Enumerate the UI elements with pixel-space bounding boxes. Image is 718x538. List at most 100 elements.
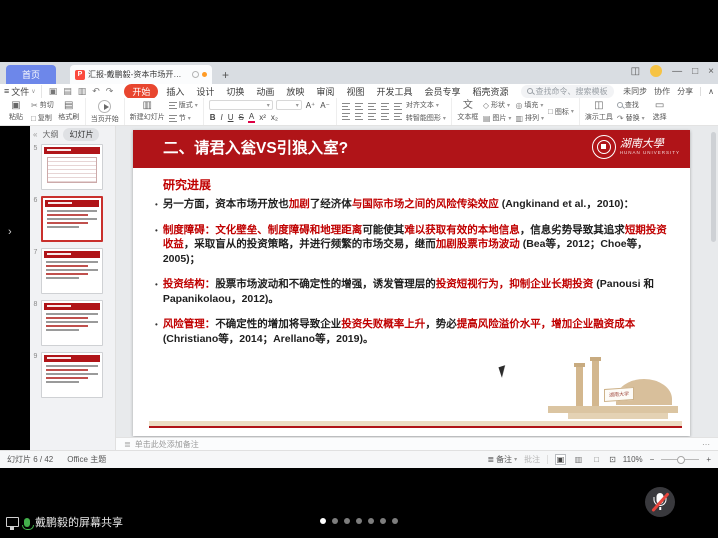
scrollbar-thumb[interactable]: [711, 132, 716, 242]
ribbon-tab-9[interactable]: 开发工具: [372, 84, 416, 99]
zoom-out-button[interactable]: −: [650, 455, 655, 464]
align-center-icon[interactable]: [355, 113, 363, 120]
redo-icon[interactable]: ↷: [106, 86, 114, 97]
sync-status-button[interactable]: 未同步: [623, 86, 647, 97]
textbox-button[interactable]: 文文本框: [457, 101, 479, 122]
fit-slide-icon[interactable]: ⊡: [609, 455, 616, 464]
increase-font-button[interactable]: A⁺: [305, 101, 317, 110]
presentation-tools-button[interactable]: ◫演示工具: [585, 101, 613, 122]
tab-slides[interactable]: 幻灯片: [63, 128, 99, 141]
underline-button[interactable]: U: [227, 113, 235, 122]
current-slide[interactable]: 二、请君入瓮VS引狼入室? 湖南大學 HUNAN UNIVERSITY 研究进展…: [133, 130, 690, 436]
cut-button[interactable]: ✂剪切: [31, 100, 54, 110]
carousel-prev-arrow-icon[interactable]: ›: [8, 226, 12, 238]
collapse-ribbon-icon[interactable]: ∧: [708, 87, 714, 96]
new-slide-button[interactable]: ▥新建幻灯片: [130, 101, 165, 122]
font-size-select[interactable]: ▾: [276, 100, 302, 110]
ribbon-tab-10[interactable]: 会员专享: [420, 84, 464, 99]
carousel-dot-5[interactable]: [368, 518, 374, 524]
ribbon-tab-11[interactable]: 稻壳资源: [468, 84, 512, 99]
justify-icon[interactable]: [381, 113, 389, 120]
collaborate-button[interactable]: 协作: [654, 86, 670, 97]
layout-button[interactable]: 版式▾: [169, 100, 198, 110]
share-button[interactable]: 分享: [677, 86, 693, 97]
line-spacing-icon[interactable]: [394, 103, 402, 110]
find-button[interactable]: 查找: [617, 100, 645, 110]
notes-toggle-button[interactable]: ≣备注▾: [487, 454, 517, 465]
tab-wps-home[interactable]: 首页: [6, 65, 56, 84]
icon-library-button[interactable]: □图标▾: [548, 107, 574, 117]
maximize-button[interactable]: □: [692, 66, 698, 77]
ribbon-tab-8[interactable]: 视图: [342, 84, 368, 99]
shapes-button[interactable]: ◇形状▾: [483, 100, 512, 110]
command-search[interactable]: 查找命令、搜索模板: [521, 85, 614, 98]
close-button[interactable]: ×: [708, 66, 714, 77]
minimize-button[interactable]: —: [672, 66, 682, 77]
slide-thumbnail-7[interactable]: [41, 248, 103, 294]
ribbon-tab-3[interactable]: 设计: [192, 84, 218, 99]
zoom-in-button[interactable]: +: [706, 455, 711, 464]
align-text-button[interactable]: 对齐文本▾: [406, 100, 446, 110]
more-icon[interactable]: ⋯: [702, 440, 710, 449]
undo-icon[interactable]: ↶: [92, 86, 100, 97]
font-color-button[interactable]: A: [248, 112, 255, 123]
superscript-button[interactable]: x²: [258, 113, 267, 122]
arrange-button[interactable]: ▥排列▾: [515, 113, 544, 123]
ribbon-tab-5[interactable]: 动画: [252, 84, 278, 99]
slide-thumbnail-8[interactable]: [41, 300, 103, 346]
ribbon-tab-6[interactable]: 放映: [282, 84, 308, 99]
zoom-slider[interactable]: [661, 459, 699, 460]
carousel-dot-1[interactable]: [320, 518, 326, 524]
picture-button[interactable]: ▤图片▾: [483, 113, 512, 123]
select-button[interactable]: ▭选择: [649, 101, 671, 122]
slide-sorter-view-icon[interactable]: ▥: [573, 454, 584, 465]
slide-thumbnail-6[interactable]: [41, 196, 103, 242]
save-icon[interactable]: ▣: [49, 86, 58, 97]
tab-outline[interactable]: 大纲: [42, 129, 58, 140]
align-right-icon[interactable]: [368, 113, 376, 120]
replace-button[interactable]: ↷替换▾: [617, 113, 645, 123]
tab-document[interactable]: P 汇报-戴鹏毅-资本市场开放0402: [70, 65, 212, 84]
file-menu[interactable]: ≡ 文件 ∨: [4, 85, 42, 98]
user-avatar[interactable]: [650, 65, 662, 77]
ribbon-tab-2[interactable]: 插入: [162, 84, 188, 99]
bold-button[interactable]: B: [209, 113, 217, 122]
smartart-button[interactable]: 转智能图形▾: [406, 113, 446, 123]
align-left-icon[interactable]: [342, 113, 350, 120]
slide-thumbnail-5[interactable]: [41, 144, 103, 190]
numbered-list-icon[interactable]: [355, 103, 363, 110]
zoom-slider-knob[interactable]: [677, 456, 685, 464]
collapse-panel-icon[interactable]: «: [33, 130, 37, 139]
reading-view-icon[interactable]: □: [591, 454, 602, 465]
ribbon-tab-4[interactable]: 切换: [222, 84, 248, 99]
carousel-dot-3[interactable]: [344, 518, 350, 524]
copy-button[interactable]: □复制: [31, 113, 54, 123]
strikethrough-button[interactable]: S: [238, 113, 245, 122]
decrease-indent-icon[interactable]: [368, 103, 376, 110]
print-icon[interactable]: ▥: [78, 86, 87, 97]
carousel-dot-6[interactable]: [380, 518, 386, 524]
increase-indent-icon[interactable]: [381, 103, 389, 110]
carousel-dot-4[interactable]: [356, 518, 362, 524]
ribbon-tab-1[interactable]: 开始: [124, 84, 158, 99]
mute-microphone-button[interactable]: [645, 487, 675, 517]
font-name-select[interactable]: ▾: [209, 100, 273, 110]
subscript-button[interactable]: x₂: [270, 113, 279, 122]
carousel-dot-7[interactable]: [392, 518, 398, 524]
carousel-dot-2[interactable]: [332, 518, 338, 524]
export-pdf-icon[interactable]: ▤: [63, 86, 72, 97]
slide-thumbnail-9[interactable]: [41, 352, 103, 398]
comments-toggle-button[interactable]: 批注: [524, 454, 540, 465]
notes-bar[interactable]: ≣ 单击此处添加备注 ⋯: [116, 437, 718, 450]
paste-button[interactable]: ▣粘贴: [5, 101, 27, 122]
split-view-icon[interactable]: ◫: [631, 66, 640, 77]
section-button[interactable]: 节▾: [169, 113, 198, 123]
normal-view-icon[interactable]: ▣: [555, 454, 566, 465]
fill-button[interactable]: ◎填充▾: [515, 100, 544, 110]
bullet-list-icon[interactable]: [342, 103, 350, 110]
format-painter-button[interactable]: ▤格式刷: [58, 101, 80, 122]
new-tab-button[interactable]: +: [222, 69, 229, 81]
columns-icon[interactable]: [394, 113, 402, 120]
play-from-current-button[interactable]: 当页开始: [91, 100, 119, 124]
zoom-level[interactable]: 110%: [623, 455, 643, 464]
